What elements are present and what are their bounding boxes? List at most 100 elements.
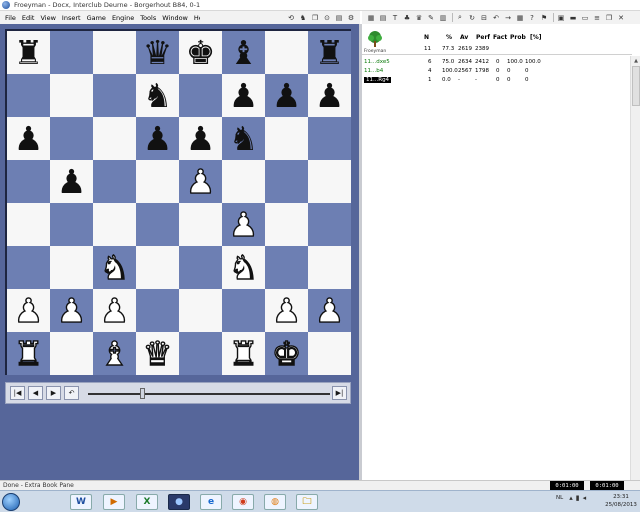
square-h7[interactable]: ♟ [308, 74, 351, 117]
col-header-fact[interactable]: Fact [493, 34, 507, 41]
chrome-icon[interactable]: ◉ [232, 494, 254, 510]
black-pawn-icon[interactable]: ♟ [272, 79, 302, 112]
chessbase-icon[interactable]: ● [168, 494, 190, 510]
square-h2[interactable]: ♟ [308, 289, 351, 332]
white-bishop-icon[interactable]: ♝ [99, 336, 130, 370]
black-pawn-icon[interactable]: ♟ [315, 79, 345, 112]
next-icon[interactable]: → [503, 13, 513, 23]
square-f8[interactable]: ♝ [222, 31, 265, 74]
white-knight-icon[interactable]: ♞ [99, 250, 130, 284]
square-c7[interactable] [93, 74, 136, 117]
col-header-prob[interactable]: Prob [510, 34, 526, 41]
square-a7[interactable] [7, 74, 50, 117]
square-e6[interactable]: ♟ [179, 117, 222, 160]
square-f3[interactable]: ♞ [222, 246, 265, 289]
square-c4[interactable] [93, 203, 136, 246]
export-icon[interactable]: ▭ [580, 13, 590, 23]
square-a5[interactable] [7, 160, 50, 203]
col-header-av[interactable]: Av [460, 34, 468, 41]
white-pawn-icon[interactable]: ♟ [314, 293, 345, 327]
square-c6[interactable] [93, 117, 136, 160]
white-queen-icon[interactable]: ♛ [142, 336, 173, 370]
square-h4[interactable] [308, 203, 351, 246]
close-pane-icon[interactable]: ✕ [616, 13, 626, 23]
excel-icon[interactable]: X [136, 494, 158, 510]
square-e5[interactable]: ♟ [179, 160, 222, 203]
volume-icon[interactable]: ◂ [583, 494, 587, 502]
scroll-up-icon[interactable]: ▲ [632, 57, 640, 65]
book-scrollbar[interactable]: ▲ [630, 56, 640, 480]
search-icon[interactable]: ⌕ [455, 13, 465, 23]
black-knight-icon[interactable]: ♞ [143, 79, 173, 112]
firefox-icon[interactable]: ◍ [264, 494, 286, 510]
menu-game[interactable]: Game [87, 14, 106, 22]
square-f6[interactable]: ♞ [222, 117, 265, 160]
square-e4[interactable] [179, 203, 222, 246]
square-b1[interactable] [50, 332, 93, 375]
menu-file[interactable]: File [5, 14, 16, 22]
rotate-icon[interactable]: ↻ [467, 13, 477, 23]
square-a2[interactable]: ♟ [7, 289, 50, 332]
pieces-icon[interactable]: ♞ [298, 13, 308, 23]
lock-icon[interactable]: ⊟ [479, 13, 489, 23]
black-pawn-icon[interactable]: ♟ [186, 122, 216, 155]
menu-view[interactable]: View [40, 14, 55, 22]
prev-move-button[interactable]: ◀ [28, 386, 43, 400]
explorer-icon[interactable]: 🗀 [296, 494, 318, 510]
square-b3[interactable] [50, 246, 93, 289]
square-a4[interactable] [7, 203, 50, 246]
black-pawn-icon[interactable]: ♟ [14, 122, 44, 155]
statistics-icon[interactable]: ▥ [438, 13, 448, 23]
square-a1[interactable]: ♜ [7, 332, 50, 375]
flip-board-icon[interactable]: ⟲ [286, 13, 296, 23]
col-header-book[interactable]: [%] [530, 34, 542, 41]
flag-icon[interactable]: ⚑ [539, 13, 549, 23]
black-rook-icon[interactable]: ♜ [315, 36, 345, 69]
settings-icon[interactable]: ⚙ [346, 13, 356, 23]
help-icon[interactable]: ? [527, 13, 537, 23]
white-pawn-icon[interactable]: ♟ [271, 293, 302, 327]
square-b8[interactable] [50, 31, 93, 74]
square-g8[interactable] [265, 31, 308, 74]
takeback-button[interactable]: ↶ [64, 386, 79, 400]
book-move[interactable]: 11...b4 [364, 68, 383, 74]
square-f2[interactable] [222, 289, 265, 332]
square-b5[interactable]: ♟ [50, 160, 93, 203]
move-slider-track[interactable] [88, 393, 330, 395]
square-d8[interactable]: ♛ [136, 31, 179, 74]
menu-engine[interactable]: Engine [112, 14, 134, 22]
menu-edit[interactable]: Edit [22, 14, 35, 22]
grid-icon[interactable]: ▦ [515, 13, 525, 23]
square-g1[interactable]: ♚ [265, 332, 308, 375]
square-h1[interactable] [308, 332, 351, 375]
square-g6[interactable] [265, 117, 308, 160]
start-button[interactable] [2, 493, 20, 511]
square-c5[interactable] [93, 160, 136, 203]
square-g2[interactable]: ♟ [265, 289, 308, 332]
black-bishop-icon[interactable]: ♝ [229, 36, 259, 69]
square-f4[interactable]: ♟ [222, 203, 265, 246]
square-e3[interactable] [179, 246, 222, 289]
square-d1[interactable]: ♛ [136, 332, 179, 375]
white-rook-icon[interactable]: ♜ [13, 336, 44, 370]
black-rook-icon[interactable]: ♜ [14, 36, 44, 69]
square-d4[interactable] [136, 203, 179, 246]
square-g5[interactable] [265, 160, 308, 203]
square-e7[interactable] [179, 74, 222, 117]
book-move[interactable]: 11...dxe5 [364, 59, 390, 65]
square-h8[interactable]: ♜ [308, 31, 351, 74]
square-f5[interactable] [222, 160, 265, 203]
last-move-button[interactable]: ▶| [332, 386, 347, 400]
square-a8[interactable]: ♜ [7, 31, 50, 74]
square-e2[interactable] [179, 289, 222, 332]
square-a6[interactable]: ♟ [7, 117, 50, 160]
white-pawn-icon[interactable]: ♟ [228, 207, 259, 241]
word-icon[interactable]: W [70, 494, 92, 510]
undo-icon[interactable]: ↶ [491, 13, 501, 23]
media-player-icon[interactable]: ▶ [103, 494, 125, 510]
network-icon[interactable]: ▮ [576, 494, 580, 502]
square-g7[interactable]: ♟ [265, 74, 308, 117]
tree-icon[interactable]: ♣ [402, 13, 412, 23]
bookmark-icon[interactable]: ▬ [568, 13, 578, 23]
board-icon[interactable]: ▦ [366, 13, 376, 23]
